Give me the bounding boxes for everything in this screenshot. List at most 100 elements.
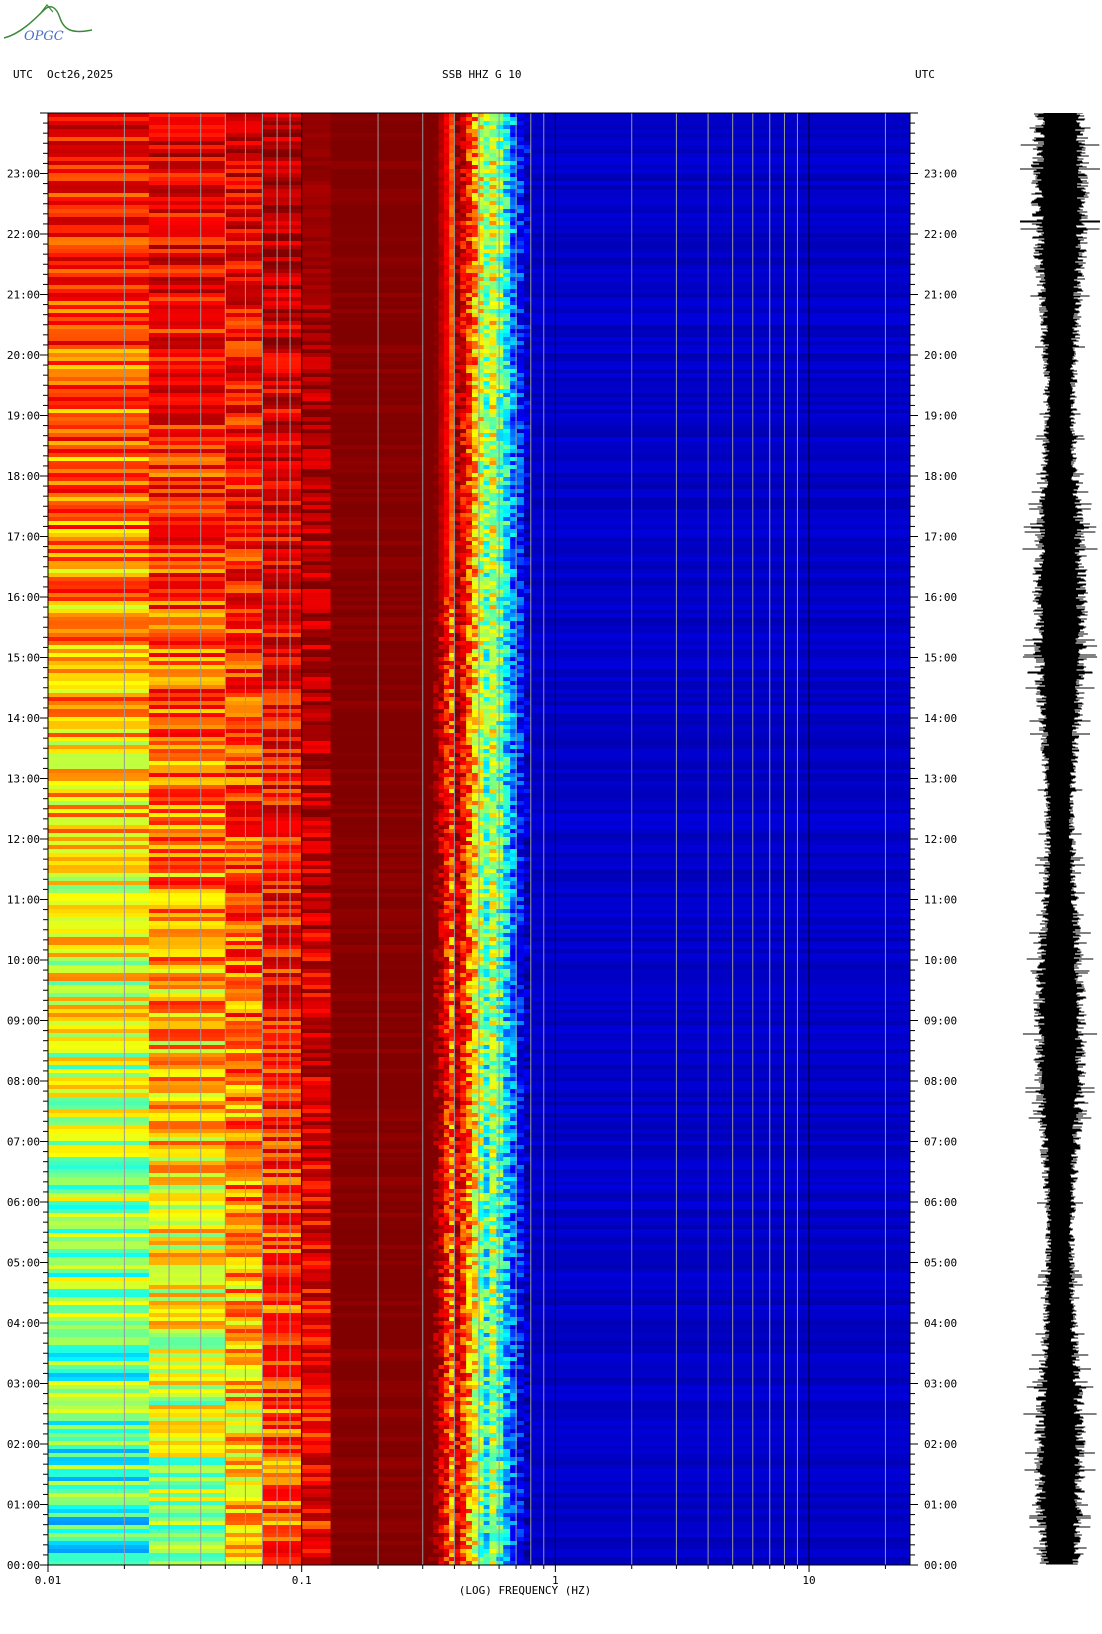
spectrogram-cell: [443, 665, 450, 670]
spectrogram-cell: [438, 837, 445, 842]
spectrogram-cell: [262, 1481, 303, 1486]
spectrogram-cell: [422, 789, 429, 794]
spectrogram-cell: [433, 369, 440, 374]
spectrogram-cell: [438, 1453, 445, 1458]
spectrogram-cell: [428, 749, 434, 754]
spectrogram-cell: [483, 461, 491, 466]
spectrogram-cell: [330, 373, 424, 378]
spectrogram-cell: [330, 417, 424, 422]
spectrogram-cell: [262, 229, 303, 234]
spectrogram-cell: [460, 397, 467, 402]
spectrogram-cell: [301, 1317, 332, 1322]
spectrogram-cell: [438, 665, 445, 670]
spectrogram-cell: [438, 1465, 445, 1470]
spectrogram-cell: [460, 173, 467, 178]
spectrogram-cell: [428, 549, 434, 554]
spectrogram-cell: [466, 129, 473, 134]
spectrogram-cell: [428, 429, 434, 434]
spectrogram-cell: [262, 1297, 303, 1302]
spectrogram-cell: [148, 569, 226, 574]
spectrogram-cell: [225, 1065, 263, 1070]
spectrogram-cell: [225, 461, 263, 466]
spectrogram-cell: [438, 757, 445, 762]
spectrogram-cell: [48, 801, 150, 806]
spectrogram-cell: [433, 549, 440, 554]
spectrogram-cell: [428, 209, 434, 214]
spectrogram-cell: [466, 257, 473, 262]
band-4: [301, 113, 332, 1565]
spectrogram-cell: [443, 1245, 450, 1250]
spectrogram-cell: [428, 213, 434, 218]
spectrogram-cell: [433, 1233, 440, 1238]
spectrogram-cell: [422, 689, 429, 694]
spectrogram-cell: [301, 745, 332, 750]
spectrogram-cell: [438, 881, 445, 886]
spectrogram-cell: [443, 1469, 450, 1474]
spectrogram-cell: [148, 1109, 226, 1114]
spectrogram-cell: [262, 281, 303, 286]
spectrogram-cell: [422, 533, 429, 538]
spectrogram-cell: [433, 465, 440, 470]
spectrogram-cell: [422, 1025, 429, 1030]
spectrogram-cell: [422, 1149, 429, 1154]
spectrogram-cell: [148, 645, 226, 650]
spectrogram-cell: [301, 677, 332, 682]
spectrogram-cell: [443, 209, 450, 214]
spectrogram-cell: [460, 365, 467, 370]
spectrogram-cell: [148, 1093, 226, 1098]
spectrogram-cell: [225, 337, 263, 342]
spectrogram-cell: [422, 409, 429, 414]
spectrogram-cell: [433, 1185, 440, 1190]
spectrogram-cell: [438, 1249, 445, 1254]
spectrogram-cell: [438, 869, 445, 874]
spectrogram-cell: [433, 453, 440, 458]
spectrogram-cell: [301, 613, 332, 618]
spectrogram-cell: [262, 1029, 303, 1034]
spectrogram-cell: [225, 1069, 263, 1074]
spectrogram-cell: [262, 1049, 303, 1054]
spectrogram-cell: [422, 745, 429, 750]
spectrogram-cell: [422, 1473, 429, 1478]
spectrogram-cell: [301, 1225, 332, 1230]
spectrogram-cell: [262, 1149, 303, 1154]
spectrogram-cell: [262, 1361, 303, 1366]
spectrogram-cell: [148, 1209, 226, 1214]
spectrogram-cell: [148, 1517, 226, 1522]
spectrogram-cell: [225, 985, 263, 990]
spectrogram-cell: [330, 929, 424, 934]
spectrogram-cell: [438, 249, 445, 254]
spectrogram-cell: [330, 1381, 424, 1386]
spectrogram-cell: [422, 1069, 429, 1074]
spectrogram-cell: [301, 317, 332, 322]
spectrogram-cell: [466, 297, 473, 302]
spectrogram-cell: [466, 237, 473, 242]
spectrogram-cell: [148, 1193, 226, 1198]
spectrogram-cell: [148, 1201, 226, 1206]
spectrogram-cell: [483, 273, 491, 278]
spectrogram-cell: [433, 793, 440, 798]
spectrogram-cell: [330, 677, 424, 682]
spectrogram-cell: [483, 413, 491, 418]
spectrogram-cell: [433, 421, 440, 426]
spectrogram-cell: [148, 417, 226, 422]
spectrogram-cell: [466, 205, 473, 210]
spectrogram-cell: [438, 1425, 445, 1430]
spectrogram-cell: [438, 457, 445, 462]
spectrogram-cell: [428, 117, 434, 122]
spectrogram-cell: [262, 1549, 303, 1554]
spectrogram-cell: [433, 1069, 440, 1074]
spectrogram-cell: [225, 1253, 263, 1258]
spectrogram-cell: [438, 953, 445, 958]
spectrogram-cell: [148, 1309, 226, 1314]
spectrogram-cell: [262, 169, 303, 174]
spectrogram-cell: [301, 1109, 332, 1114]
spectrogram-cell: [262, 521, 303, 526]
spectrogram-cell: [48, 705, 150, 710]
spectrogram-cell: [262, 989, 303, 994]
spectrogram-cell: [301, 769, 332, 774]
spectrogram-cell: [466, 353, 473, 358]
spectrogram-cell: [48, 1257, 150, 1262]
spectrogram-cell: [428, 1301, 434, 1306]
spectrogram-cell: [428, 169, 434, 174]
spectrogram-cell: [443, 689, 450, 694]
